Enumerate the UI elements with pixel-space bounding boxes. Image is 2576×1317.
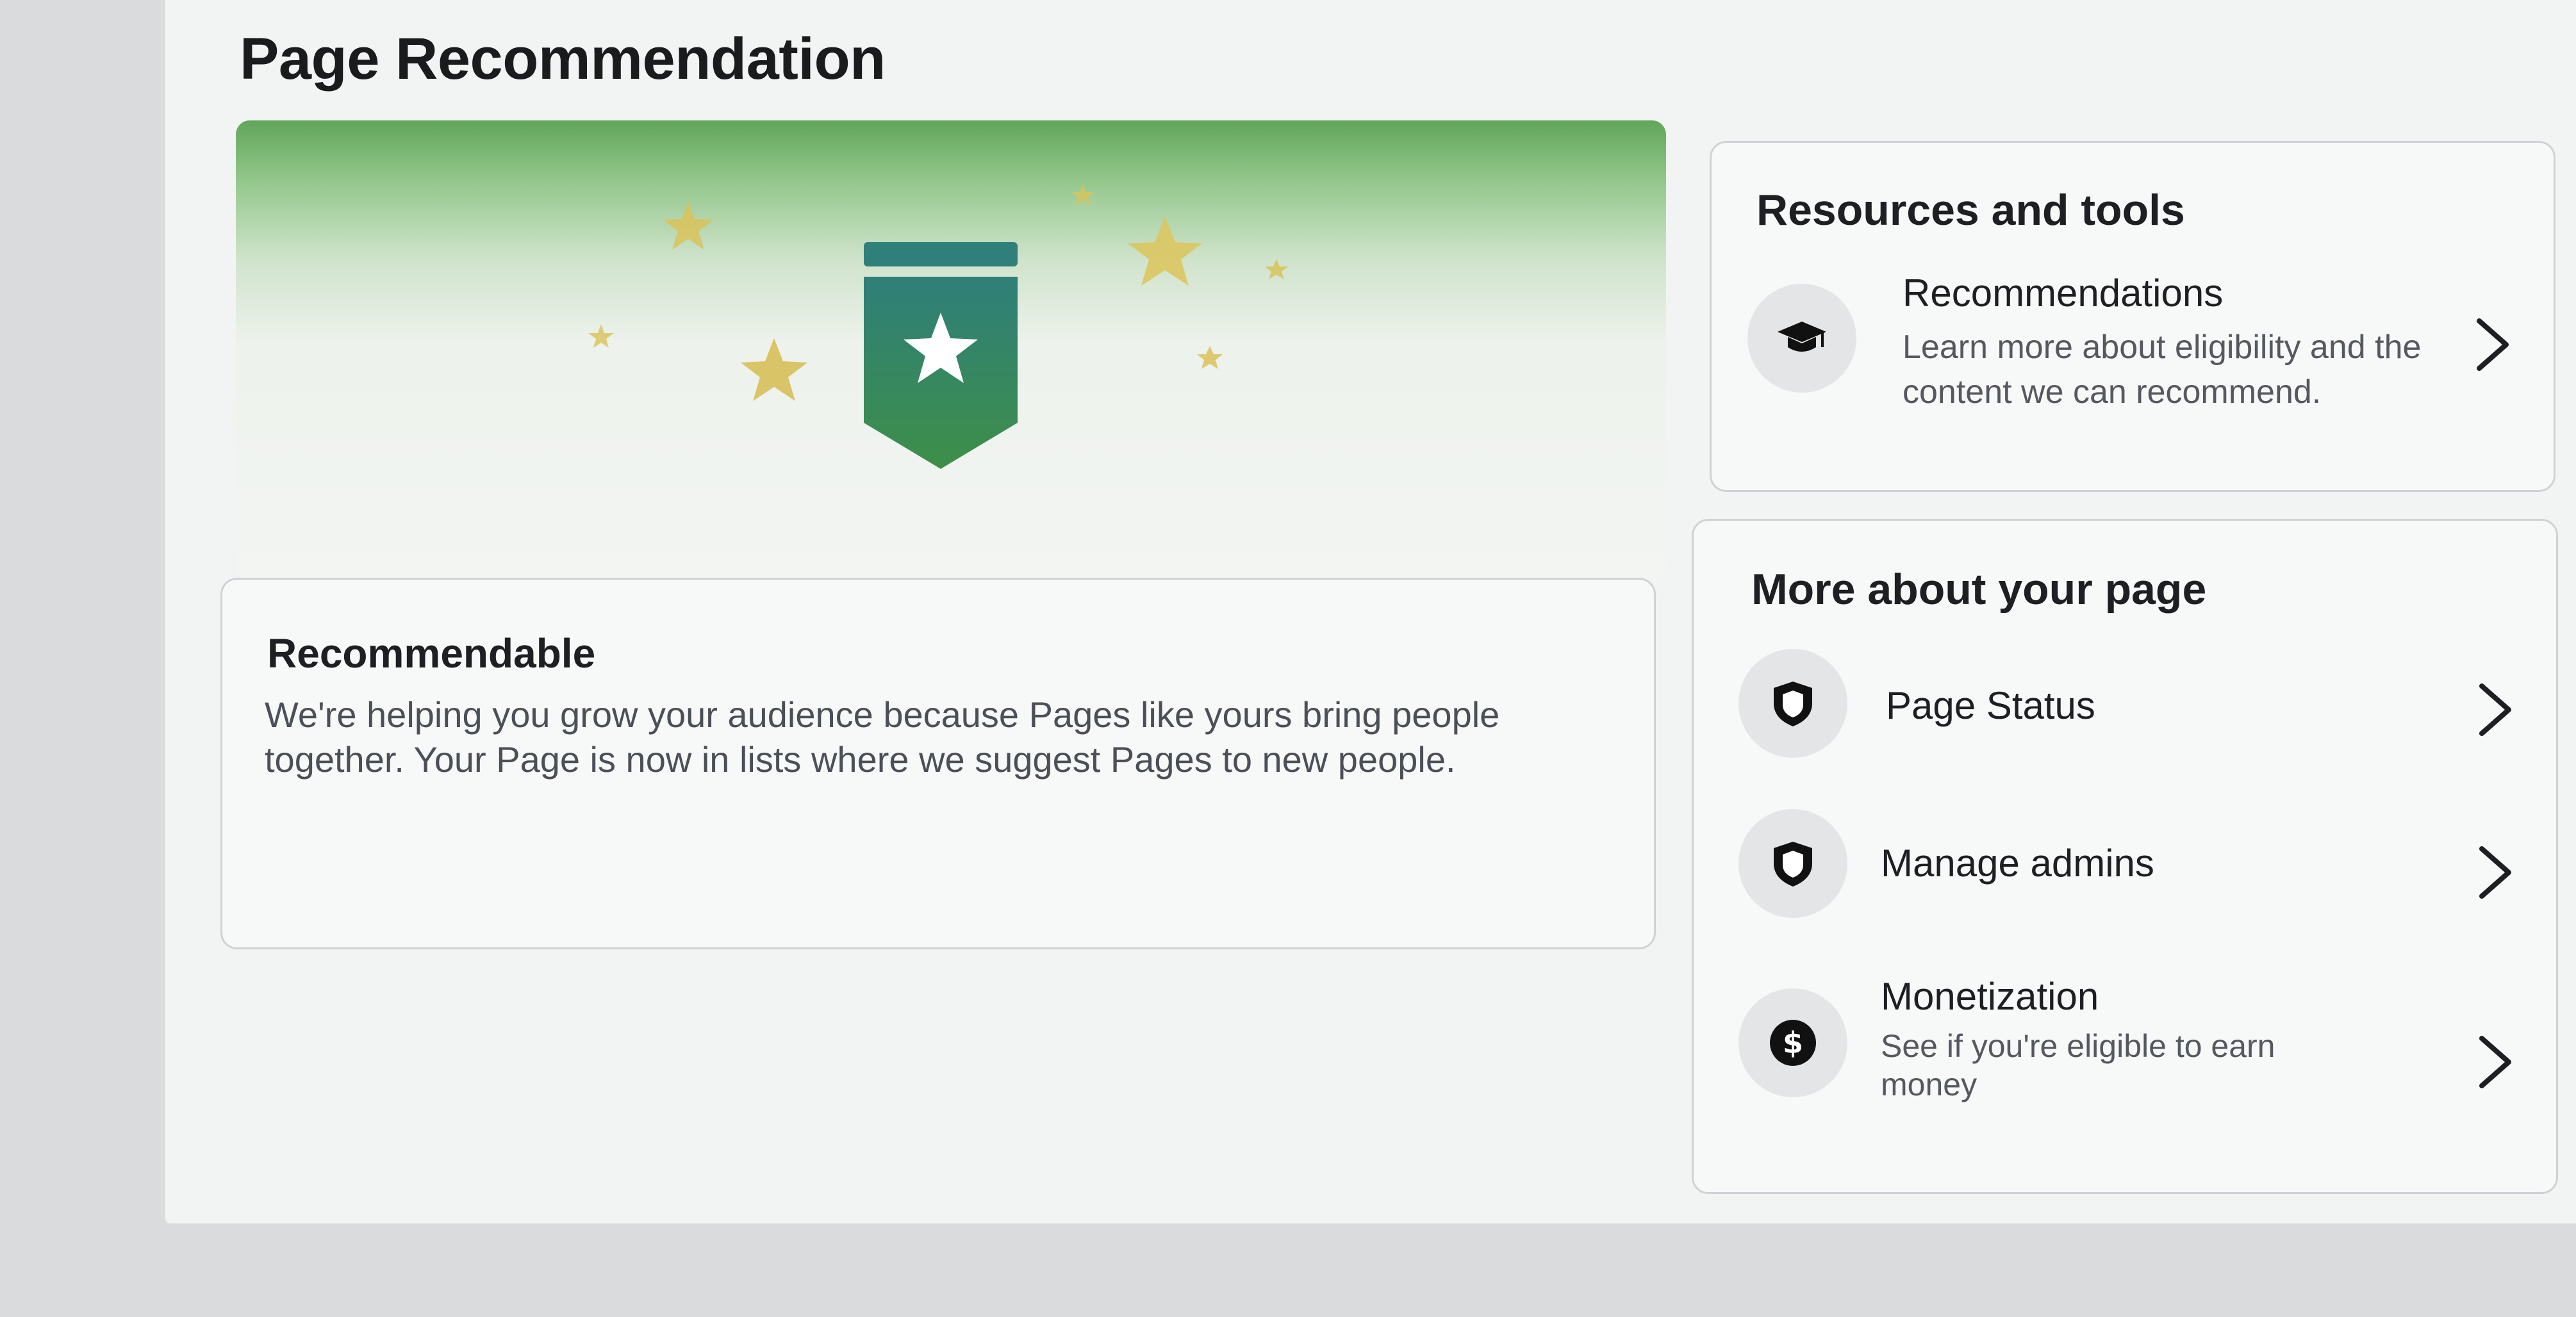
recommendation-badge-illustration [588,184,1288,469]
monetization-description: See if you're eligible to earn money [1881,1028,2275,1102]
star-icon [1197,346,1223,369]
recommendations-label: Recommendations [1903,272,2224,315]
resources-and-tools-card: Resources and tools Recommendations Lear… [1710,141,2555,492]
dollar-icon: $ [1770,1020,1816,1066]
more-about-your-page-card: More about your page Page Status Manage … [1692,519,2558,1194]
manage-admins-row[interactable]: Manage admins [1738,803,2531,937]
graduation-cap-icon [1778,322,1826,352]
page-status-row[interactable]: Page Status [1738,642,2531,777]
manage-admins-icon-circle [1738,809,1847,918]
manage-admins-label: Manage admins [1881,842,2154,885]
chevron-right-icon[interactable] [2473,1033,2518,1091]
chevron-right-icon[interactable] [2470,316,2515,373]
more-about-title: More about your page [1751,565,2207,614]
recommendations-description: Learn more about eligibility and the con… [1903,329,2422,411]
recommendations-icon-circle [1747,284,1856,393]
shield-icon [1774,842,1812,887]
star-icon [1128,217,1202,286]
resources-title: Resources and tools [1756,186,2185,234]
monetization-icon-circle: $ [1738,988,1847,1097]
page-status-label: Page Status [1886,684,2095,727]
page-title: Page Recommendation [240,26,886,92]
recommendable-status-card: Recommendable We're helping you grow you… [220,578,1656,949]
chevron-right-icon[interactable] [2473,681,2518,739]
star-icon [588,324,614,348]
star-icon [1265,259,1288,279]
monetization-row[interactable]: $ Monetization See if you're eligible to… [1738,969,2531,1142]
badge-shield [864,277,1018,469]
recommendations-row[interactable]: Recommendations Learn more about eligibi… [1747,271,2528,438]
monetization-label: Monetization [1881,975,2099,1018]
shield-icon [1774,682,1812,726]
star-icon [663,201,714,250]
chevron-right-icon[interactable] [2473,844,2518,901]
hero-illustration [236,120,1666,582]
star-icon [741,338,807,401]
svg-text:$: $ [1783,1026,1803,1060]
status-title: Recommendable [267,630,596,676]
status-description: We're helping you grow your audience bec… [265,694,1500,780]
page-status-icon-circle [1738,649,1847,758]
badge-top-bar [864,242,1018,266]
star-icon [1071,184,1094,205]
